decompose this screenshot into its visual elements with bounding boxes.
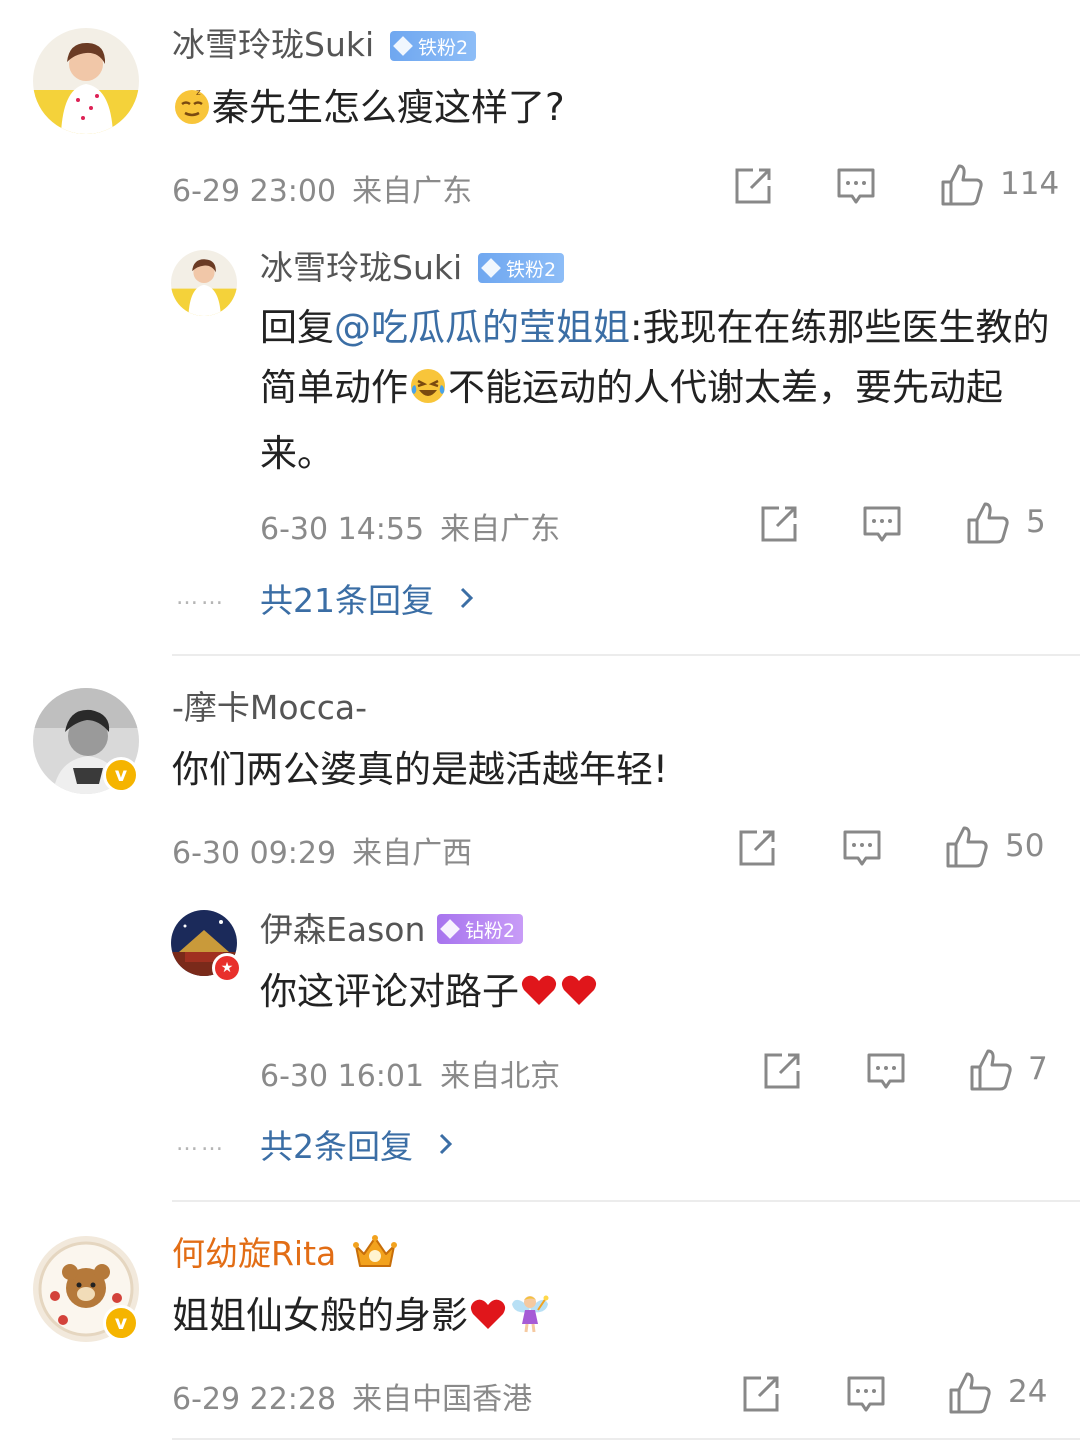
timestamp: 6-30 14:55 <box>260 512 425 547</box>
member-badge-icon: ★ <box>212 953 242 983</box>
fan-badge[interactable]: 钻粉2 <box>437 914 524 944</box>
comment-icon[interactable] <box>844 1372 888 1416</box>
timestamp: 6-30 09:29 <box>172 836 337 871</box>
like-count: 5 <box>1026 504 1046 540</box>
like-thumb-icon[interactable] <box>965 500 1009 544</box>
comment-meta: 6-30 09:29 来自广西 <box>172 828 472 872</box>
heart-emoji-icon <box>519 968 559 1028</box>
comment-text: 你们两公婆真的是越活越年轻! <box>172 748 668 791</box>
comment-meta: 6-29 22:28 来自中国香港 <box>172 1374 532 1418</box>
like-thumb-icon[interactable] <box>947 1370 991 1414</box>
like-count: 114 <box>1000 166 1060 202</box>
comment-meta: 6-29 23:00 来自广东 <box>172 166 472 210</box>
share-icon[interactable] <box>757 502 801 546</box>
comment-icon[interactable] <box>840 826 884 870</box>
like-count: 24 <box>1008 1374 1048 1410</box>
location: 来自广东 <box>440 512 561 547</box>
diamond-icon <box>393 36 413 56</box>
timestamp: 6-29 23:00 <box>172 174 337 209</box>
ellipsis: …… <box>176 1131 226 1156</box>
share-icon[interactable] <box>760 1049 804 1093</box>
divider <box>172 1438 1080 1440</box>
reply-text: 回复@吃瓜瓜的莹姐姐:我现在在练那些医生教的简单动作 不能运动的人代谢太差，要先动… <box>260 306 1050 475</box>
timestamp: 6-29 22:28 <box>172 1382 337 1417</box>
comment-meta: 6-30 14:55 来自广东 <box>260 504 560 548</box>
more-replies-link[interactable]: 共2条回复 <box>260 1120 454 1168</box>
divider <box>172 654 1080 656</box>
heart-emoji-icon <box>468 1292 508 1352</box>
comment-icon[interactable] <box>860 502 904 546</box>
username[interactable]: 冰雪玲珑Suki <box>172 25 374 65</box>
share-icon[interactable] <box>739 1372 783 1416</box>
diamond-icon <box>481 258 501 278</box>
verified-badge: v <box>103 1305 139 1341</box>
divider <box>172 1200 1080 1202</box>
avatar[interactable] <box>33 28 139 134</box>
sleepy-face-emoji-icon: z <box>172 84 212 144</box>
share-icon[interactable] <box>731 164 775 208</box>
chevron-right-icon <box>459 579 475 618</box>
like-count: 7 <box>1028 1051 1048 1087</box>
comment-text: z 秦先生怎么瘦这样了? <box>172 78 565 144</box>
fan-badge[interactable]: 铁粉2 <box>478 253 565 283</box>
crown-icon[interactable] <box>350 1234 400 1270</box>
mention-link[interactable]: @吃瓜瓜的莹姐姐 <box>334 306 630 349</box>
diamond-icon <box>440 919 460 939</box>
like-thumb-icon[interactable] <box>939 162 983 206</box>
share-icon[interactable] <box>735 826 779 870</box>
timestamp: 6-30 16:01 <box>260 1059 425 1094</box>
like-count: 50 <box>1005 828 1045 864</box>
svg-text:z: z <box>196 88 201 98</box>
reply-text: 你这评论对路子 <box>260 962 599 1028</box>
laughing-tears-emoji-icon <box>408 364 448 424</box>
fan-badge[interactable]: 铁粉2 <box>390 31 477 61</box>
like-thumb-icon[interactable] <box>944 824 988 868</box>
like-thumb-icon[interactable] <box>968 1047 1012 1091</box>
verified-badge: v <box>103 757 139 793</box>
username[interactable]: -摩卡Mocca- <box>172 688 367 728</box>
username[interactable]: 何幼旋Rita <box>172 1234 336 1274</box>
location: 来自广西 <box>352 836 473 871</box>
fairy-emoji-icon <box>508 1290 552 1352</box>
avatar[interactable] <box>171 250 237 316</box>
location: 来自北京 <box>440 1059 561 1094</box>
location: 来自广东 <box>352 174 473 209</box>
heart-emoji-icon <box>559 968 599 1028</box>
ellipsis: …… <box>176 585 226 610</box>
comment-text: 姐姐仙女般的身影 <box>172 1286 552 1352</box>
comment-meta: 6-30 16:01 来自北京 <box>260 1051 560 1095</box>
chevron-right-icon <box>438 1125 454 1164</box>
username[interactable]: 伊森Eason <box>260 910 425 950</box>
location: 来自中国香港 <box>352 1382 533 1417</box>
comment-icon[interactable] <box>864 1049 908 1093</box>
more-replies-link[interactable]: 共21条回复 <box>260 574 475 622</box>
username[interactable]: 冰雪玲珑Suki <box>260 248 462 288</box>
comment-icon[interactable] <box>834 164 878 208</box>
